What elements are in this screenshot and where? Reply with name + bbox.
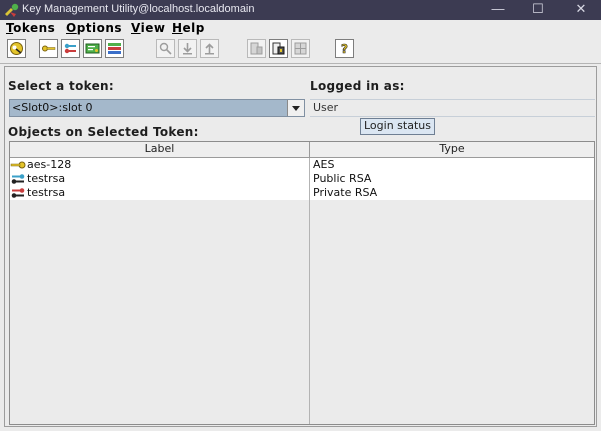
token-select[interactable]: <Slot0>:slot 0 [9, 99, 305, 117]
keypair-icon [64, 43, 76, 54]
menu-options-accel: O [66, 21, 77, 35]
column-divider [309, 158, 310, 424]
menu-view-accel: V [131, 21, 141, 35]
token-grid-button[interactable] [291, 39, 310, 58]
public-key-icon [11, 174, 25, 184]
menu-view[interactable]: View [131, 21, 165, 35]
table-row[interactable]: aes-128 AES [10, 158, 594, 172]
token-select-value: <Slot0>:slot 0 [12, 101, 93, 114]
table-row[interactable]: testrsa Public RSA [10, 172, 594, 186]
close-button[interactable]: ✕ [561, 0, 601, 20]
window-title: Key Management Utility@localhost.localdo… [22, 3, 255, 15]
yellow-key-icon [42, 45, 56, 52]
objects-table: Label Type aes-128 AES testrsa Public RS… [9, 141, 595, 425]
table-body: aes-128 AES testrsa Public RSA testrsa P… [10, 158, 594, 424]
menu-tokens-label: okens [13, 21, 56, 35]
logged-in-label: Logged in as: [310, 79, 405, 93]
token-login-button[interactable] [269, 39, 288, 58]
cell-label: testrsa [10, 186, 309, 200]
logged-in-field: User [310, 99, 595, 117]
object-type: Public RSA [313, 172, 372, 185]
app-icon [4, 2, 20, 18]
column-header-label[interactable]: Label [10, 142, 310, 157]
logged-in-value: User [313, 101, 339, 114]
help-button[interactable]: ? [335, 39, 354, 58]
minimize-button[interactable]: — [478, 0, 518, 20]
token-info-icon [250, 42, 263, 55]
menu-bar: Tokens Options View Help [0, 20, 601, 37]
menu-options-label: ptions [76, 21, 123, 35]
chevron-down-icon [292, 106, 300, 111]
login-status-tooltip: Login status [360, 118, 435, 135]
help-icon: ? [341, 42, 349, 56]
new-certificate-button[interactable] [83, 39, 102, 58]
object-label: testrsa [27, 172, 66, 185]
secret-key-icon [10, 161, 26, 169]
title-bar: Key Management Utility@localhost.localdo… [0, 0, 601, 20]
login-key-icon [10, 42, 23, 55]
multicolor-certificate-icon [108, 43, 121, 54]
cell-label: aes-128 [10, 158, 309, 172]
private-key-icon [11, 188, 25, 198]
menu-help-label: elp [182, 21, 205, 35]
cell-label: testrsa [10, 172, 309, 186]
certificate-request-button[interactable] [105, 39, 124, 58]
objects-label: Objects on Selected Token: [8, 125, 199, 139]
toolbar: ? [0, 37, 601, 63]
menu-view-label: iew [140, 21, 166, 35]
main-panel: Select a token: Logged in as: <Slot0>:sl… [4, 66, 597, 427]
menu-options[interactable]: Options [66, 21, 122, 35]
maximize-button[interactable]: ☐ [518, 0, 558, 20]
menu-tokens[interactable]: Tokens [6, 21, 55, 35]
new-secret-key-button[interactable] [39, 39, 58, 58]
export-icon [205, 43, 214, 55]
new-keypair-button[interactable] [61, 39, 80, 58]
svg-text:?: ? [341, 42, 348, 56]
search-key-button[interactable] [156, 39, 175, 58]
login-key-button[interactable] [7, 39, 26, 58]
object-label: testrsa [27, 186, 66, 199]
token-grid-icon [294, 42, 307, 55]
token-select-dropdown[interactable] [287, 100, 304, 116]
search-key-icon [159, 42, 172, 55]
import-button[interactable] [178, 39, 197, 58]
key-management-window: Key Management Utility@localhost.localdo… [0, 0, 601, 431]
table-header: Label Type [10, 142, 594, 158]
toolbar-separator [0, 63, 601, 64]
object-type: AES [313, 158, 335, 171]
import-icon [183, 43, 192, 55]
menu-help[interactable]: Help [172, 21, 205, 35]
green-certificate-icon [85, 43, 100, 54]
column-header-type[interactable]: Type [310, 142, 594, 157]
table-row[interactable]: testrsa Private RSA [10, 186, 594, 200]
menu-help-accel: H [172, 21, 183, 35]
object-type: Private RSA [313, 186, 378, 199]
export-button[interactable] [200, 39, 219, 58]
token-info-button[interactable] [247, 39, 266, 58]
object-label: aes-128 [27, 158, 72, 171]
select-token-label: Select a token: [8, 79, 114, 93]
token-login-icon [272, 42, 285, 55]
